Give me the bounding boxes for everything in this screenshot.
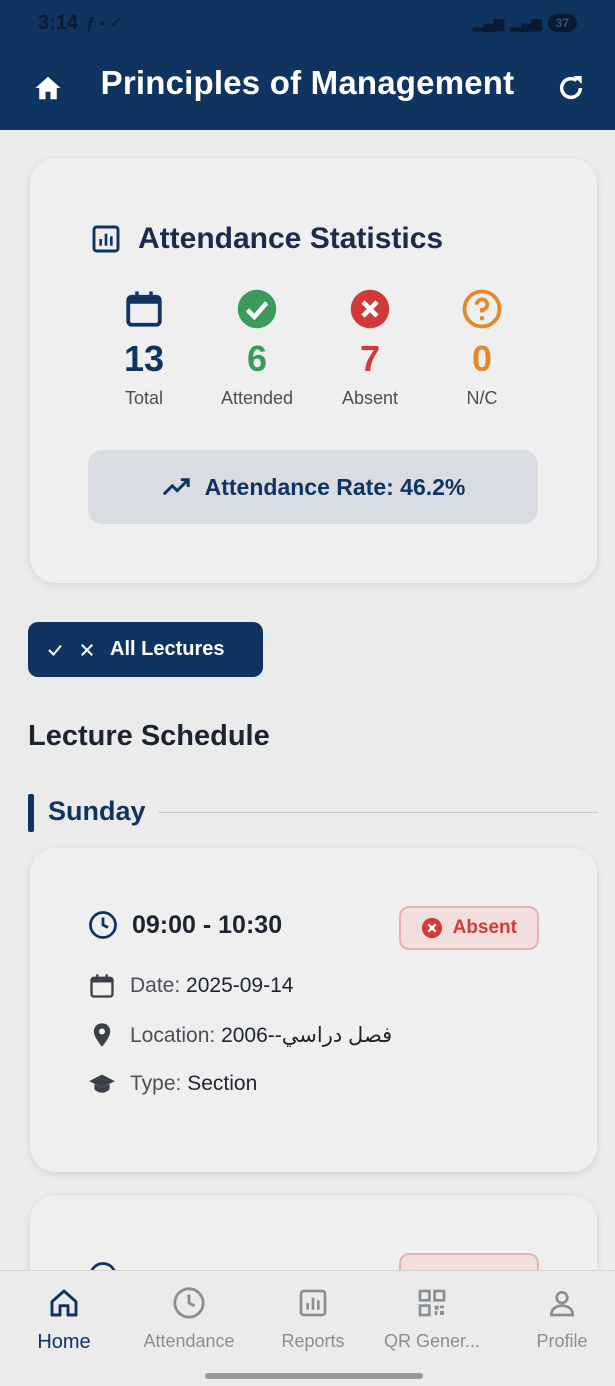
nav-qr-generator-label: QR Gener...	[383, 1331, 481, 1351]
qr-code-icon	[418, 1289, 446, 1317]
all-lectures-filter-chip[interactable]: All Lectures	[28, 622, 263, 677]
nav-profile-label: Profile	[536, 1331, 588, 1351]
type-value: Section	[187, 1072, 258, 1095]
home-icon	[50, 1289, 78, 1317]
stat-absent-label: Absent	[341, 388, 399, 408]
status-bar: 3:14 ƒ ▪ ✓ ▂▄▆ ▂▄▆ 37	[0, 0, 615, 46]
stat-total: 13 Total	[84, 286, 204, 409]
attendance-rate-box: Attendance Rate: 46.2%	[88, 450, 538, 524]
stat-attended-value: 6	[246, 338, 268, 379]
lecture-location-row: Location: 2006--فصل دراسي	[88, 1021, 392, 1049]
calendar-icon	[126, 291, 162, 327]
lecture-date-row: Date: 2025-09-14	[88, 972, 293, 1000]
nav-attendance[interactable]: Attendance	[129, 1285, 249, 1352]
status-time: 3:14 ƒ ▪ ✓	[38, 12, 123, 35]
lecture-card[interactable]: 09:00 - 10:30 Absent Date: 2025-09-14 Lo…	[30, 848, 597, 1172]
clock-icon	[173, 1287, 205, 1319]
nav-profile[interactable]: Profile	[502, 1285, 615, 1352]
bottom-navigation: Home Attendance Reports QR Gener... Prof…	[0, 1270, 615, 1386]
day-label: Sunday	[48, 796, 146, 826]
nav-qr-generator[interactable]: QR Gener...	[372, 1285, 492, 1352]
stat-attended-label: Attended	[220, 388, 294, 408]
status-time-text: 3:14	[38, 11, 79, 34]
stat-total-label: Total	[124, 388, 164, 408]
nav-attendance-label: Attendance	[143, 1331, 235, 1351]
date-value: 2025-09-14	[186, 974, 294, 997]
refresh-icon	[559, 76, 583, 100]
x-circle-icon	[421, 917, 442, 939]
stat-absent-value: 7	[359, 338, 381, 379]
location-key: Location:	[130, 1023, 216, 1047]
day-accent-bar	[28, 794, 34, 832]
location-pin-icon	[93, 1023, 111, 1047]
chart-icon	[92, 225, 120, 253]
nav-reports-label: Reports	[281, 1331, 345, 1351]
lecture-type-row: Type: Section	[88, 1070, 257, 1098]
check-circle-icon	[237, 289, 277, 329]
stat-absent: 7 Absent	[310, 286, 430, 409]
stat-total-value: 13	[123, 338, 165, 379]
chart-icon	[299, 1289, 327, 1317]
attendance-rate-text: Attendance Rate: 46.2%	[204, 473, 466, 500]
check-icon	[48, 644, 62, 656]
nav-reports[interactable]: Reports	[253, 1285, 373, 1352]
person-icon	[549, 1291, 575, 1317]
calendar-icon	[90, 974, 114, 998]
refresh-button[interactable]	[551, 68, 591, 108]
filter-chip-label: All Lectures	[110, 638, 225, 660]
status-icons: ▂▄▆ ▂▄▆ 37	[473, 14, 577, 32]
stat-nc-label: N/C	[466, 388, 498, 408]
signal-icon: ▂▄▆	[472, 14, 505, 31]
stat-nc: 0 N/C	[422, 286, 542, 409]
location-value: 2006--فصل دراسي	[221, 1023, 393, 1047]
status-badge: Absent	[398, 906, 539, 950]
stat-attended: 6 Attended	[197, 286, 317, 409]
attendance-stats-card: Attendance Statistics 13 Total 6 Attende…	[30, 158, 597, 583]
lecture-schedule-title: Lecture Schedule	[28, 720, 270, 752]
x-circle-icon	[350, 289, 390, 329]
status-badge-label: Absent	[452, 917, 517, 938]
stat-nc-value: 0	[471, 338, 493, 379]
app-bar: Principles of Management	[0, 46, 615, 130]
notification-icons: ƒ ▪ ✓	[86, 15, 123, 32]
question-circle-icon	[462, 289, 502, 329]
trending-up-icon	[162, 478, 190, 496]
stats-header: Attendance Statistics	[90, 222, 443, 256]
lecture-time-row: 09:00 - 10:30	[88, 910, 282, 940]
battery-icon: 37	[547, 14, 577, 32]
type-key: Type:	[130, 1072, 182, 1095]
lecture-time: 09:00 - 10:30	[132, 910, 283, 939]
day-divider	[158, 812, 598, 813]
stats-title: Attendance Statistics	[138, 222, 444, 255]
close-icon	[81, 643, 93, 656]
page-title: Principles of Management	[100, 64, 515, 101]
nav-home-label: Home	[37, 1331, 91, 1353]
graduation-cap-icon	[89, 1074, 115, 1093]
clock-icon	[89, 911, 117, 939]
date-key: Date:	[130, 974, 181, 997]
nav-home[interactable]: Home	[4, 1285, 124, 1354]
home-indicator[interactable]	[205, 1373, 423, 1379]
signal-icon-2: ▂▄▆	[510, 14, 542, 31]
